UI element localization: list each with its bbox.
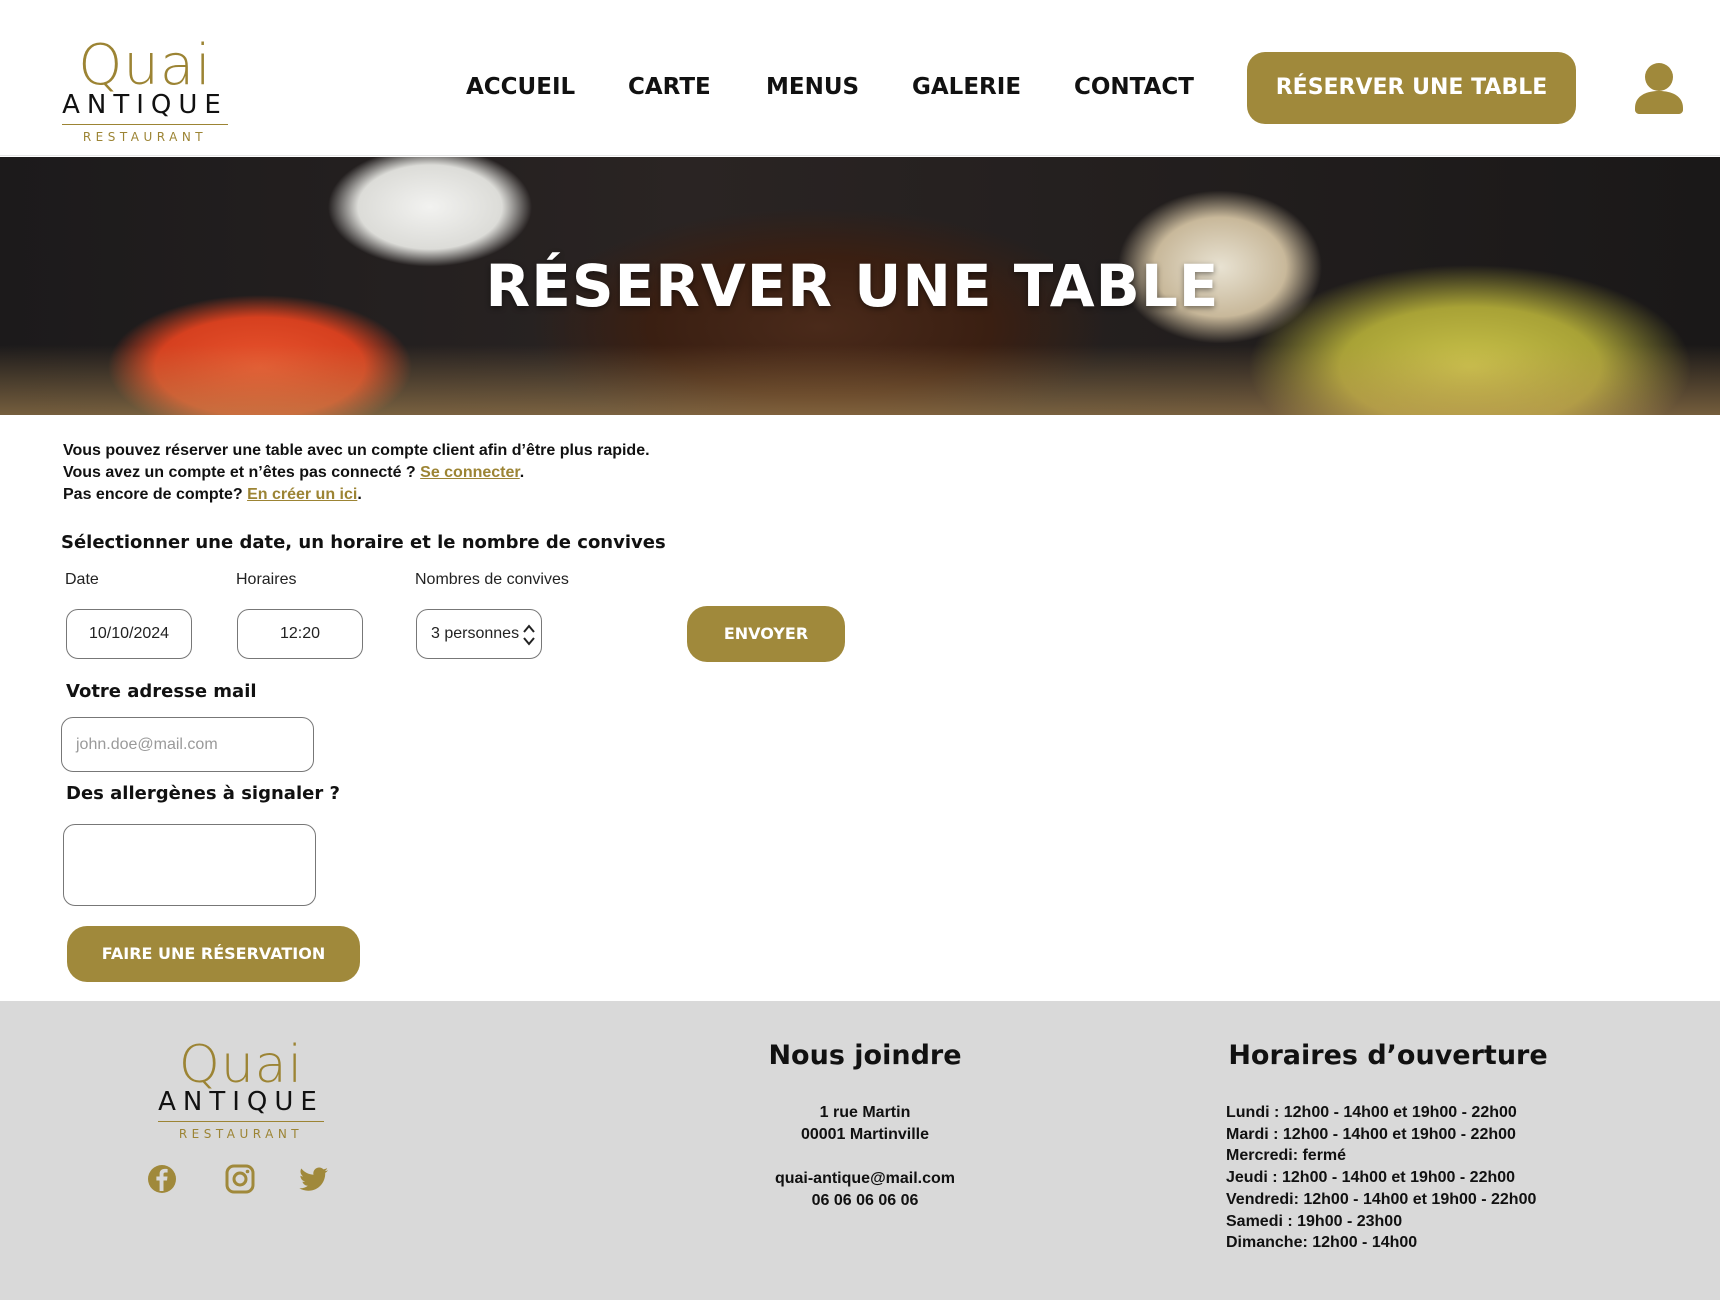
guests-value: 3 personnes bbox=[431, 625, 520, 642]
guests-select[interactable]: 3 personnes bbox=[416, 609, 542, 659]
hero-banner: RÉSERVER UNE TABLE bbox=[0, 157, 1720, 415]
twitter-icon[interactable] bbox=[298, 1163, 330, 1195]
header-logo[interactable]: Quai ANTIQUE RESTAURANT bbox=[52, 38, 238, 143]
nav-accueil[interactable]: ACCUEIL bbox=[466, 74, 575, 100]
intro-line-2-text: Vous avez un compte et n’êtes pas connec… bbox=[63, 464, 421, 481]
opening-hours: Lundi : 12h00 - 14h00 et 19h00 - 22h00 M… bbox=[1226, 1102, 1536, 1254]
address-line-2: 00001 Martinville bbox=[800, 1126, 930, 1143]
time-value: 12:20 bbox=[279, 625, 321, 642]
allergens-title: Des allergènes à signaler ? bbox=[66, 783, 340, 804]
make-reservation-button[interactable]: FAIRE UNE RÉSERVATION bbox=[67, 926, 360, 982]
footer-logo[interactable]: Quai ANTIQUE RESTAURANT bbox=[148, 1039, 334, 1140]
intro-line-3: Pas encore de compte? En créer un ici. bbox=[63, 484, 650, 506]
contact-info: 1 rue Martin 00001 Martinville quai-anti… bbox=[720, 1102, 1010, 1212]
date-input[interactable]: 10/10/2024 bbox=[66, 609, 192, 659]
nav-galerie[interactable]: GALERIE bbox=[912, 74, 1021, 100]
hours-saturday: Samedi : 19h00 - 23h00 bbox=[1226, 1212, 1403, 1230]
site-footer: Quai ANTIQUE RESTAURANT Nous joindre 1 r… bbox=[0, 1001, 1720, 1300]
logo-name: Quai bbox=[78, 33, 212, 98]
email-placeholder: john.doe@mail.com bbox=[76, 735, 218, 753]
time-input[interactable]: 12:20 bbox=[237, 609, 363, 659]
intro-line-2: Vous avez un compte et n’êtes pas connec… bbox=[63, 462, 650, 484]
nav-menus[interactable]: MENUS bbox=[766, 74, 859, 100]
selection-title: Sélectionner une date, un horaire et le … bbox=[61, 532, 666, 553]
intro-dot-2: . bbox=[357, 486, 362, 503]
send-button[interactable]: ENVOYER bbox=[687, 606, 845, 662]
instagram-icon[interactable] bbox=[224, 1163, 256, 1195]
guests-label: Nombres de convives bbox=[415, 571, 569, 588]
hours-thursday: Jeudi : 12h00 - 14h00 et 19h00 - 22h00 bbox=[1226, 1169, 1516, 1187]
intro-dot-1: . bbox=[519, 464, 525, 481]
footer-logo-name: Quai bbox=[178, 1035, 304, 1095]
contact-spacer bbox=[720, 1146, 1010, 1168]
site-header: Quai ANTIQUE RESTAURANT ACCUEIL CARTE ME… bbox=[0, 0, 1720, 156]
hours-sunday: Dimanche: 12h00 - 14h00 bbox=[1226, 1234, 1418, 1252]
logo-tag: RESTAURANT bbox=[82, 130, 208, 144]
time-label: Horaires bbox=[236, 571, 297, 588]
hours-title: Horaires d’ouverture bbox=[1228, 1040, 1548, 1071]
nav-carte[interactable]: CARTE bbox=[628, 74, 711, 100]
allergens-textarea[interactable] bbox=[63, 824, 316, 906]
intro-line-3-text: Pas encore de compte? bbox=[63, 486, 248, 503]
footer-logo-tag: RESTAURANT bbox=[178, 1127, 304, 1141]
hero-board-shade bbox=[0, 345, 1720, 415]
intro-line-1: Vous pouvez réserver une table avec un c… bbox=[63, 442, 650, 459]
hours-friday: Vendredi: 12h00 - 14h00 et 19h00 - 22h00 bbox=[1226, 1190, 1537, 1208]
email-input[interactable]: john.doe@mail.com bbox=[61, 717, 314, 772]
nav-contact[interactable]: CONTACT bbox=[1074, 74, 1194, 100]
login-link[interactable]: Se connecter bbox=[420, 464, 520, 481]
hours-wednesday: Mercredi: fermé bbox=[1226, 1147, 1347, 1165]
facebook-icon[interactable] bbox=[146, 1163, 178, 1195]
date-label: Date bbox=[65, 571, 99, 588]
contact-email[interactable]: quai-antique@mail.com bbox=[720, 1168, 1010, 1190]
account-intro: Vous pouvez réserver une table avec un c… bbox=[63, 440, 650, 506]
email-title: Votre adresse mail bbox=[66, 681, 257, 702]
page-title: RÉSERVER UNE TABLE bbox=[485, 252, 1220, 320]
user-icon[interactable] bbox=[1634, 62, 1684, 114]
date-value: 10/10/2024 bbox=[88, 625, 170, 642]
contact-title: Nous joindre bbox=[768, 1040, 962, 1071]
stepper-icon[interactable] bbox=[523, 622, 535, 648]
signup-link[interactable]: En créer un ici bbox=[247, 486, 357, 503]
logo-sub: ANTIQUE bbox=[62, 92, 228, 125]
contact-phone[interactable]: 06 06 06 06 06 bbox=[720, 1190, 1010, 1212]
footer-logo-sub: ANTIQUE bbox=[158, 1089, 324, 1122]
address-line-1: 1 rue Martin bbox=[819, 1104, 911, 1121]
reserve-table-header-button[interactable]: RÉSERVER UNE TABLE bbox=[1247, 52, 1576, 124]
hours-tuesday: Mardi : 12h00 - 14h00 et 19h00 - 22h00 bbox=[1226, 1125, 1516, 1143]
hours-monday: Lundi : 12h00 - 14h00 et 19h00 - 22h00 bbox=[1226, 1104, 1517, 1121]
